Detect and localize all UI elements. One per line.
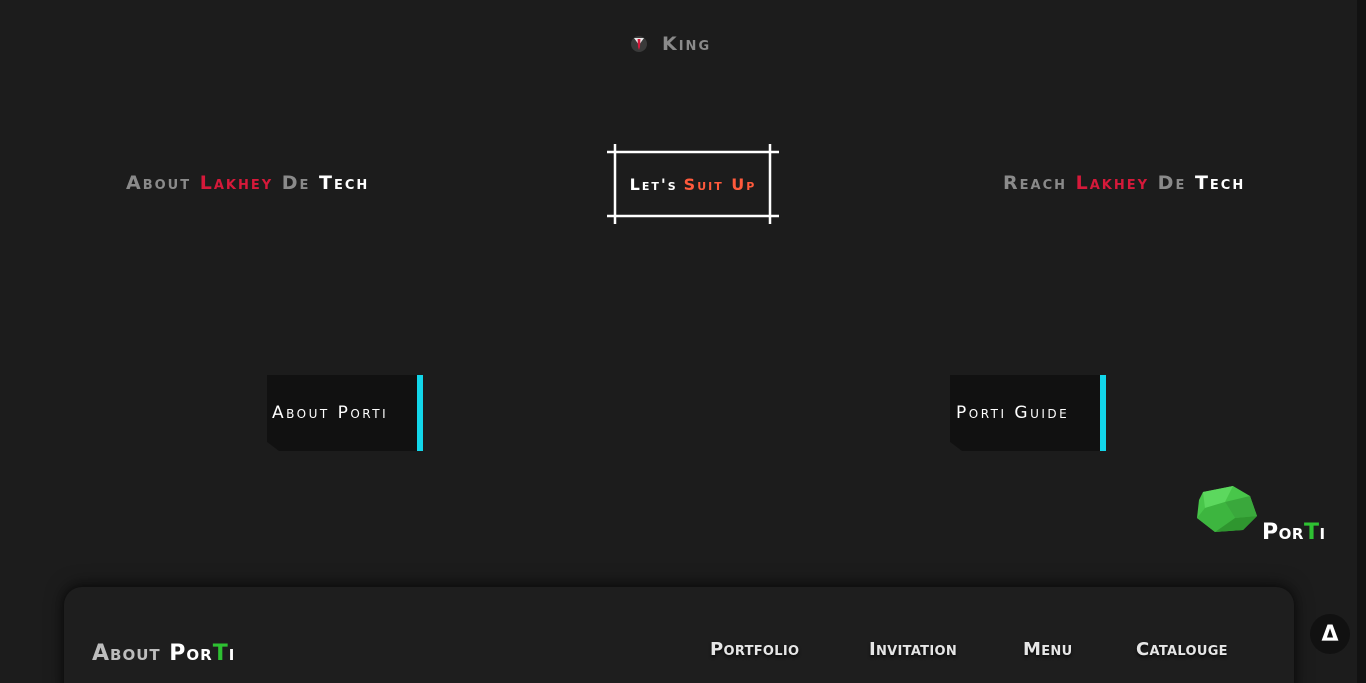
about-porti-card[interactable]: About Porti [267,375,423,451]
footer-nav-invitation[interactable]: Invitation [869,639,957,660]
porti-part3: i [1319,520,1326,545]
suit-label: Let's Suit Up [606,144,780,224]
footer-panel: About PorTi Portfolio Invitation Menu Ca… [64,587,1294,683]
footer-nav-menu[interactable]: Menu [1023,639,1072,660]
nav-about-lakhey-de-tech[interactable]: About Lakhey De Tech [126,172,369,194]
porti-guide-card[interactable]: Porti Guide [950,375,1106,451]
footer-title-first: About [92,641,161,666]
footer-nav-portfolio[interactable]: Portfolio [710,639,799,660]
suit-tie-icon [631,36,647,52]
card-accent-bar [1100,375,1106,451]
nav-about-tail: Tech [319,172,370,194]
footer-title: About PorTi [92,641,235,666]
lets-suit-up-button[interactable]: Let's Suit Up [606,144,780,224]
card-accent-bar [417,375,423,451]
nav-reach-tail: Tech [1194,172,1246,194]
about-porti-label: About Porti [272,403,389,423]
footer-nav-catalouge[interactable]: Catalouge [1136,639,1228,660]
porti-part2: T [1303,520,1320,545]
footer-title-third: T [212,641,229,666]
porti-guide-label: Porti Guide [956,403,1070,423]
brand-name: King [662,33,712,55]
footer-title-fourth: i [228,641,236,666]
nav-reach-highlight: Lakhey [1075,172,1150,194]
suit-accent: Suit Up [683,174,757,194]
delta-icon: Δ [1321,621,1339,647]
porti-part1: Por [1262,520,1304,545]
page: King About Lakhey De Tech Let's Suit Up … [0,0,1366,683]
nav-about-highlight: Lakhey [199,172,274,194]
nav-reach-prefix: Reach [1003,172,1067,194]
nav-reach-mid: De [1157,172,1187,194]
nav-about-mid: De [281,172,311,194]
suit-first: Let's [629,174,678,194]
brand[interactable]: King [630,33,711,55]
scroll-to-top-button[interactable]: Δ [1310,614,1350,654]
nav-reach-lakhey-de-tech[interactable]: Reach Lakhey De Tech [1003,172,1245,194]
scrollbar[interactable] [1357,0,1366,683]
porti-wordmark: PorTi [1262,520,1326,545]
nav-about-prefix: About [126,172,192,194]
footer-title-second: Por [169,641,213,666]
